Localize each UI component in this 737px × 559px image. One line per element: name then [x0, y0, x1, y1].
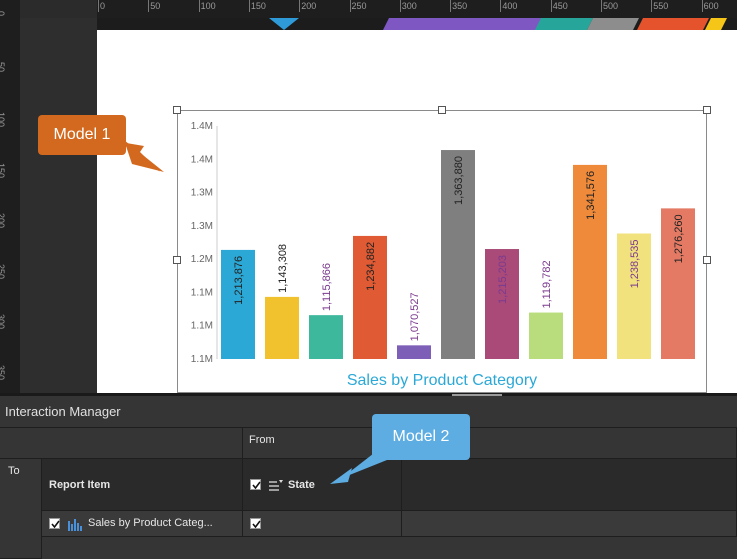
ruler-tick-label: 450	[552, 1, 568, 11]
ruler-tick	[500, 0, 502, 12]
bar-data-label: 1,341,576	[585, 171, 597, 220]
ruler-tick	[198, 0, 200, 12]
panel-title: Interaction Manager	[5, 404, 121, 419]
callout-label: Model 1	[53, 126, 111, 143]
ruler-tick-label: 50	[0, 61, 6, 72]
callout-arrow-icon	[330, 450, 392, 484]
ruler-tick-label: 150	[250, 1, 266, 11]
row-item-label: Sales by Product Categ...	[88, 517, 213, 529]
bar-data-label: 1,143,308	[277, 244, 289, 293]
band-segment	[587, 18, 639, 30]
bar-data-label: 1,234,882	[365, 242, 377, 291]
y-tick-label: 1.4M	[191, 154, 213, 165]
to-column: To	[0, 459, 42, 559]
chart-bar[interactable]	[397, 345, 431, 359]
ruler-tick-label: 100	[0, 112, 6, 128]
ruler-tick-label: 200	[0, 213, 6, 229]
ruler-tick	[148, 0, 150, 12]
y-tick-label: 1.2M	[191, 254, 213, 265]
ruler-tick-label: 100	[200, 1, 216, 11]
header-filler-cell	[402, 459, 737, 511]
y-tick-label: 1.4M	[191, 121, 213, 132]
to-label: To	[8, 465, 20, 477]
ruler-tick	[550, 0, 552, 12]
table-row: Sales by Product Categ...	[42, 511, 243, 537]
band-segment	[705, 18, 727, 30]
ruler-tick-label: 0	[0, 11, 6, 16]
table-row-state-cell	[243, 511, 402, 537]
table-row-filler	[402, 511, 737, 537]
ruler-tick	[98, 0, 99, 12]
state-label: State	[288, 479, 315, 491]
ruler-tick-label: 600	[703, 1, 719, 11]
band-segment	[535, 18, 593, 30]
y-tick-label: 1.1M	[191, 287, 213, 298]
horizontal-ruler: 0 50 100 150 200 250 300 350 400 450 500 550 600	[97, 0, 737, 18]
ruler-tick-label: 50	[150, 1, 161, 11]
filter-list-icon	[269, 480, 283, 491]
ruler-tick-label: 0	[100, 1, 106, 11]
ruler-tick-label: 350	[452, 1, 468, 11]
y-tick-label: 1.1M	[191, 354, 213, 365]
ruler-tick-label: 300	[401, 1, 417, 11]
band-segment	[383, 18, 543, 30]
bar-data-label: 1,276,260	[673, 214, 685, 263]
ruler-tick-label: 250	[351, 1, 367, 11]
bar-chart-icon	[68, 519, 82, 531]
ruler-tick	[349, 0, 351, 12]
ruler-tick	[651, 0, 653, 12]
chart-bar[interactable]	[265, 296, 299, 359]
ruler-tick-label: 350	[0, 364, 6, 380]
callout-arrow-icon	[120, 140, 164, 172]
y-tick-label: 1.3M	[191, 188, 213, 199]
ruler-tick-label: 300	[0, 314, 6, 330]
bar-data-label: 1,070,527	[409, 292, 421, 341]
ruler-tick-label: 150	[0, 162, 6, 178]
ruler-tick-label: 200	[301, 1, 317, 11]
bar-data-label: 1,119,782	[541, 260, 553, 308]
callout-label: Model 2	[392, 428, 450, 445]
bar-data-label: 1,213,876	[233, 256, 245, 305]
from-label: From	[249, 434, 275, 446]
row-item-checkbox[interactable]	[49, 518, 60, 529]
bar-data-label: 1,215,203	[497, 255, 509, 304]
ruler-tick-label: 250	[0, 263, 6, 279]
chart-title: Sales by Product Category	[347, 372, 537, 389]
header-empty-cell	[0, 427, 243, 459]
y-tick-label: 1.3M	[191, 221, 213, 232]
chart-bar[interactable]	[309, 315, 343, 359]
chart-bar[interactable]	[529, 312, 563, 359]
bar-data-label: 1,363,880	[453, 156, 465, 205]
ruler-tick	[701, 0, 703, 12]
ruler-tick-label: 500	[603, 1, 619, 11]
ruler-tick	[399, 0, 401, 12]
ruler-tick	[299, 0, 301, 12]
state-checkbox[interactable]	[250, 479, 261, 490]
bar-data-label: 1,238,535	[629, 239, 641, 288]
band-segment	[269, 18, 299, 30]
band-segment	[637, 18, 709, 30]
row-state-checkbox[interactable]	[250, 518, 261, 529]
y-tick-label: 1.1M	[191, 321, 213, 332]
header-band	[97, 18, 737, 30]
report-item-header: Report Item	[42, 459, 243, 511]
vertical-ruler: 0 50 100 150 200 250 300 350	[0, 0, 20, 393]
bar-chart[interactable]: 1.4M 1.4M 1.3M 1.3M 1.2M 1.1M 1.1M 1.1M 1,213,87…	[177, 110, 707, 393]
ruler-tick	[248, 0, 250, 12]
ruler-tick	[601, 0, 602, 12]
ruler-tick-label: 550	[653, 1, 669, 11]
report-item-label: Report Item	[49, 479, 111, 491]
from-header-cell: From	[243, 427, 737, 459]
bar-data-label: 1,115,866	[321, 263, 333, 311]
ruler-tick	[450, 0, 452, 12]
ruler-tick-label: 400	[502, 1, 518, 11]
